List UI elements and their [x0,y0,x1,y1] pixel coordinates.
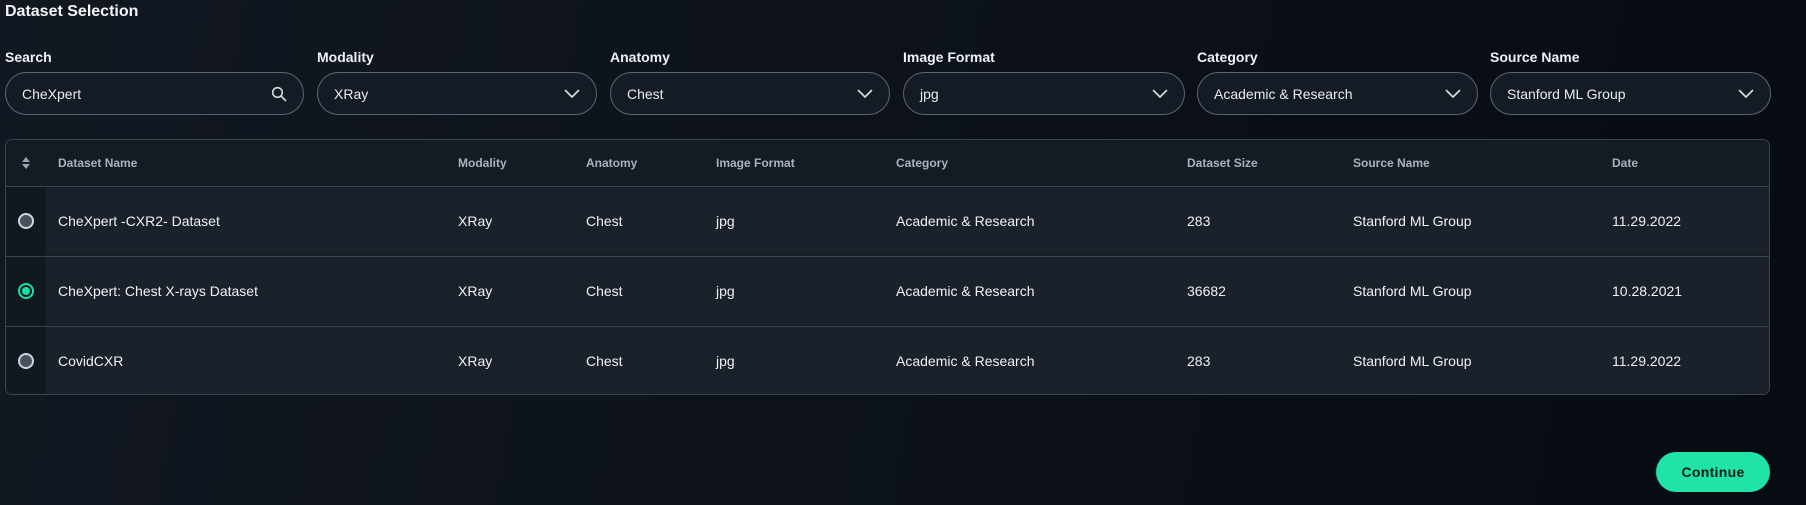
modality-select[interactable]: XRay [317,72,597,115]
image-format-filter: Image Format jpg [903,48,1185,115]
source-name-filter: Source Name Stanford ML Group [1490,48,1771,115]
anatomy-select[interactable]: Chest [610,72,890,115]
chevron-down-icon [564,89,580,99]
source-name-value: Stanford ML Group [1507,85,1626,102]
column-header-dataset-size[interactable]: Dataset Size [1187,140,1258,186]
dataset-size-cell: 36682 [1187,283,1226,299]
source-name-cell: Stanford ML Group [1353,283,1472,299]
continue-button[interactable]: Continue [1656,452,1770,492]
dataset-name-cell: CheXpert: Chest X-rays Dataset [58,283,258,299]
row-select-radio[interactable] [18,213,34,229]
source-name-select[interactable]: Stanford ML Group [1490,72,1771,115]
search-field[interactable] [5,72,304,115]
anatomy-cell: Chest [586,213,623,229]
chevron-down-icon [1445,89,1461,99]
image-format-label: Image Format [903,49,995,65]
date-cell: 10.28.2021 [1612,283,1683,299]
chevron-down-icon [1738,89,1754,99]
table-row[interactable]: CovidCXR XRay Chest jpg Academic & Resea… [6,326,1769,394]
anatomy-filter: Anatomy Chest [610,48,890,115]
chevron-down-icon [857,89,873,99]
source-name-cell: Stanford ML Group [1353,213,1472,229]
anatomy-value: Chest [627,85,664,102]
sort-icon[interactable] [6,140,46,186]
modality-label: Modality [317,49,374,65]
table-row[interactable]: CheXpert -CXR2- Dataset XRay Chest jpg A… [6,186,1769,255]
column-header-category[interactable]: Category [896,140,948,186]
search-filter: Search [5,48,304,115]
column-header-source-name[interactable]: Source Name [1353,140,1430,186]
category-cell: Academic & Research [896,213,1035,229]
row-select-radio[interactable] [18,283,34,299]
row-select-radio[interactable] [18,353,34,369]
image-format-cell: jpg [716,213,735,229]
category-value: Academic & Research [1214,85,1353,102]
source-name-cell: Stanford ML Group [1353,353,1472,369]
modality-value: XRay [334,85,369,102]
date-cell: 11.29.2022 [1612,353,1682,369]
page-title: Dataset Selection [5,3,139,20]
search-input[interactable] [22,85,262,102]
chevron-down-icon [1152,89,1168,99]
modality-cell: XRay [458,213,493,229]
modality-cell: XRay [458,353,493,369]
dataset-size-cell: 283 [1187,353,1211,369]
modality-cell: XRay [458,283,493,299]
column-header-anatomy[interactable]: Anatomy [586,140,637,186]
dataset-selection-page: Dataset Selection Search Modality XRay A… [0,0,1806,505]
dataset-name-cell: CheXpert -CXR2- Dataset [58,213,220,229]
image-format-value: jpg [920,85,939,102]
anatomy-cell: Chest [586,283,623,299]
source-name-label: Source Name [1490,49,1580,65]
search-icon[interactable] [271,86,287,102]
search-label: Search [5,49,52,65]
anatomy-label: Anatomy [610,49,670,65]
category-cell: Academic & Research [896,283,1035,299]
column-header-modality[interactable]: Modality [458,140,507,186]
category-filter: Category Academic & Research [1197,48,1478,115]
column-header-image-format[interactable]: Image Format [716,140,795,186]
column-header-dataset-name[interactable]: Dataset Name [58,140,137,186]
table-header: Dataset Name Modality Anatomy Image Form… [6,140,1769,186]
image-format-select[interactable]: jpg [903,72,1185,115]
column-header-date[interactable]: Date [1612,140,1638,186]
anatomy-cell: Chest [586,353,623,369]
table-row[interactable]: CheXpert: Chest X-rays Dataset XRay Ches… [6,256,1769,325]
date-cell: 11.29.2022 [1612,213,1682,229]
category-cell: Academic & Research [896,353,1035,369]
category-label: Category [1197,49,1258,65]
image-format-cell: jpg [716,283,735,299]
dataset-table: Dataset Name Modality Anatomy Image Form… [5,139,1770,395]
modality-filter: Modality XRay [317,48,597,115]
image-format-cell: jpg [716,353,735,369]
category-select[interactable]: Academic & Research [1197,72,1478,115]
dataset-name-cell: CovidCXR [58,353,124,369]
dataset-size-cell: 283 [1187,213,1211,229]
